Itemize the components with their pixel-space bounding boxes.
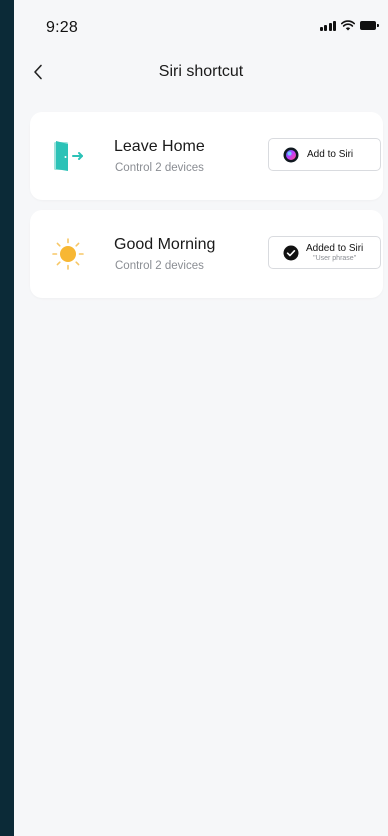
added-to-siri-label: Added to Siri xyxy=(306,243,364,254)
shortcut-card-good-morning: Good Morning Control 2 devices Added to … xyxy=(30,210,383,298)
status-icons xyxy=(319,20,379,31)
shortcut-title: Good Morning xyxy=(114,236,216,253)
siri-orb-icon xyxy=(283,147,299,162)
add-to-siri-label: Add to Siri xyxy=(307,149,354,160)
status-bar: 9:28 xyxy=(14,0,388,50)
page-title: Siri shortcut xyxy=(158,63,244,80)
add-to-siri-button[interactable]: Add to Siri xyxy=(268,138,381,171)
checkmark-circle-icon xyxy=(283,245,299,260)
battery-icon xyxy=(360,21,379,30)
leave-home-door-icon xyxy=(54,141,83,171)
added-to-siri-button[interactable]: Added to Siri "User phrase" xyxy=(268,236,381,269)
wifi-icon xyxy=(341,20,355,31)
status-time: 9:28 xyxy=(46,19,78,36)
user-phrase-label: "User phrase" xyxy=(313,255,357,262)
shortcut-card-leave-home: Leave Home Control 2 devices Add to Siri xyxy=(30,112,383,200)
shortcut-subtitle: Control 2 devices xyxy=(115,260,204,272)
sun-icon xyxy=(52,238,84,270)
shortcut-subtitle: Control 2 devices xyxy=(115,162,204,174)
shortcut-title: Leave Home xyxy=(114,138,205,155)
added-to-siri-text: Added to Siri "User phrase" xyxy=(306,243,363,262)
nav-bar: Siri shortcut xyxy=(14,52,388,92)
cellular-signal-icon xyxy=(319,20,336,31)
app-screen: 9:28 Siri shortcut Leave Home Control 2 … xyxy=(14,0,388,836)
